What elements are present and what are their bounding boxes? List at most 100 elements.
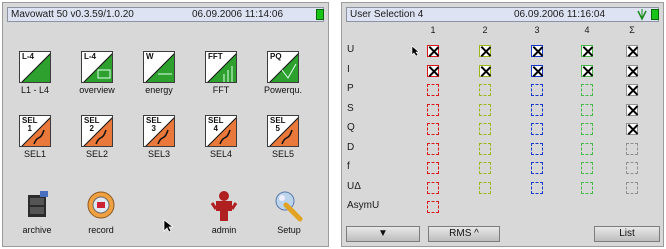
selection-checkbox[interactable]	[427, 201, 439, 213]
selection-checkbox[interactable]	[581, 64, 593, 77]
tile-sel1[interactable]: SEL 1 SEL1	[9, 115, 61, 159]
selection-checkbox[interactable]	[531, 84, 543, 96]
tile-label: FFT	[212, 85, 230, 95]
selection-checkbox[interactable]	[531, 181, 543, 194]
screen-title: User Selection 4	[350, 9, 424, 20]
tile-sel3[interactable]: SEL 3 SEL3	[133, 115, 185, 159]
datetime: 06.09.2006 11:14:06	[192, 9, 284, 20]
tile-sel5[interactable]: SEL 5 SEL5	[257, 115, 309, 159]
tile-overview[interactable]: L-4 overview	[71, 51, 123, 95]
mouse-cursor-icon	[163, 219, 173, 233]
column-header: 4	[584, 25, 590, 35]
selection-checkbox[interactable]	[479, 162, 491, 174]
datetime: 06.09.2006 11:16:04	[514, 9, 606, 20]
setup-wrench-icon	[272, 189, 306, 223]
selection-checkbox[interactable]	[427, 45, 439, 57]
sel3-icon: SEL 3	[143, 115, 175, 147]
row-label: U	[347, 44, 355, 55]
fft-icon: FFT	[205, 51, 237, 83]
tile-sel4[interactable]: SEL 4 SEL4	[195, 115, 247, 159]
selection-checkbox[interactable]	[581, 162, 593, 174]
energy-icon: W	[143, 51, 175, 83]
status-bar: Mavowatt 50 v0.3.59/1.0.20 06.09.2006 11…	[7, 7, 324, 22]
selection-checkbox[interactable]	[581, 84, 593, 96]
down-button[interactable]: ▼	[346, 226, 420, 242]
sel2-icon: SEL 2	[81, 115, 113, 147]
list-button[interactable]: List	[594, 226, 660, 242]
battery-icon	[651, 9, 659, 20]
tile-label: admin	[211, 225, 237, 235]
selection-checkbox[interactable]	[479, 123, 491, 135]
row-label: Q	[347, 122, 355, 133]
antenna-icon	[637, 9, 647, 21]
tile-label: energy	[145, 85, 173, 95]
selection-checkbox[interactable]	[427, 142, 439, 155]
overview-icon: L-4	[81, 51, 113, 83]
tile-fft[interactable]: FFT FFT	[195, 51, 247, 95]
selection-checkbox[interactable]	[626, 162, 638, 174]
row-label: P	[347, 83, 354, 94]
selection-checkbox[interactable]	[427, 123, 439, 135]
selection-checkbox[interactable]	[626, 84, 638, 96]
l1-l4-icon: L-4	[19, 51, 51, 83]
selection-checkbox[interactable]	[581, 142, 593, 155]
selection-checkbox[interactable]	[531, 45, 543, 57]
selection-checkbox[interactable]	[479, 103, 491, 116]
column-header: Σ	[629, 25, 635, 35]
column-header: 3	[534, 25, 540, 35]
tile-label: Powerqu.	[263, 85, 303, 95]
status-bar: User Selection 4 06.09.2006 11:16:04	[346, 7, 659, 22]
device-title: Mavowatt 50 v0.3.59/1.0.20	[11, 9, 134, 20]
selection-checkbox[interactable]	[531, 162, 543, 174]
tile-label: overview	[79, 85, 115, 95]
row-label: S	[347, 102, 354, 114]
tile-setup[interactable]: Setup	[263, 189, 315, 235]
row-label: UΔ	[347, 180, 361, 192]
row-label: D	[347, 141, 355, 153]
selection-checkbox[interactable]	[626, 181, 638, 194]
selection-checkbox[interactable]	[531, 64, 543, 77]
tile-powerquality[interactable]: PQ Powerqu.	[257, 51, 309, 95]
archive-icon	[20, 189, 54, 223]
sel1-icon: SEL 1	[19, 115, 51, 147]
selection-checkbox[interactable]	[581, 123, 593, 135]
tile-energy[interactable]: W energy	[133, 51, 185, 95]
tile-label: SEL5	[271, 149, 295, 159]
sel4-icon: SEL 4	[205, 115, 237, 147]
selection-checkbox[interactable]	[581, 181, 593, 194]
selection-checkbox[interactable]	[626, 123, 638, 135]
tile-admin[interactable]: admin	[198, 189, 250, 235]
selection-checkbox[interactable]	[531, 123, 543, 135]
selection-checkbox[interactable]	[427, 84, 439, 96]
selection-checkbox[interactable]	[626, 103, 638, 116]
selection-checkbox[interactable]	[531, 142, 543, 155]
selection-checkbox[interactable]	[479, 181, 491, 194]
selection-checkbox[interactable]	[626, 142, 638, 155]
user-selection-screen: User Selection 4 06.09.2006 11:16:04 1 2 3…	[341, 2, 664, 247]
selection-checkbox[interactable]	[581, 103, 593, 116]
selection-checkbox[interactable]	[427, 162, 439, 174]
row-label: I	[347, 63, 350, 75]
tile-sel2[interactable]: SEL 2 SEL2	[71, 115, 123, 159]
selection-checkbox[interactable]	[427, 103, 439, 116]
column-header: 2	[482, 25, 488, 35]
tile-record[interactable]: record	[75, 189, 127, 235]
selection-checkbox[interactable]	[479, 84, 491, 96]
selection-checkbox[interactable]	[581, 45, 593, 57]
admin-icon	[207, 189, 241, 223]
selection-checkbox[interactable]	[531, 103, 543, 116]
selection-checkbox[interactable]	[626, 45, 638, 57]
tile-archive[interactable]: archive	[11, 189, 63, 235]
tile-l1-l4[interactable]: L-4 L1 - L4	[9, 51, 61, 95]
mouse-cursor-icon	[411, 45, 420, 57]
sel5-icon: SEL 5	[267, 115, 299, 147]
selection-checkbox[interactable]	[479, 64, 491, 77]
selection-checkbox[interactable]	[427, 181, 439, 194]
selection-checkbox[interactable]	[427, 64, 439, 77]
selection-checkbox[interactable]	[479, 142, 491, 155]
main-menu-screen: Mavowatt 50 v0.3.59/1.0.20 06.09.2006 11…	[2, 2, 329, 247]
selection-checkbox[interactable]	[479, 45, 491, 57]
battery-icon	[316, 9, 324, 20]
selection-checkbox[interactable]	[626, 64, 638, 77]
rms-button[interactable]: RMS ^	[428, 226, 500, 242]
